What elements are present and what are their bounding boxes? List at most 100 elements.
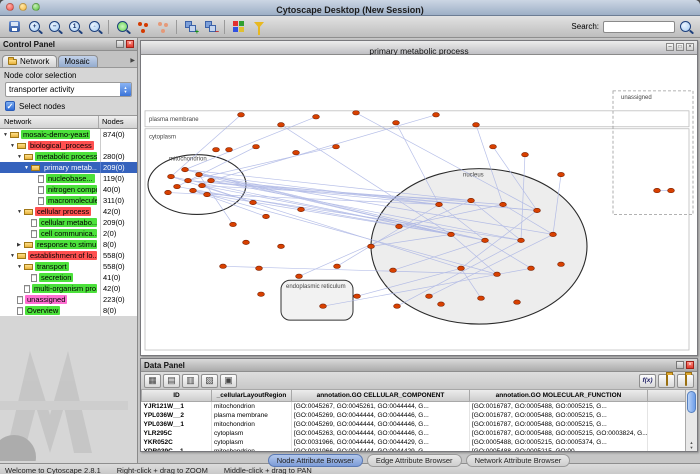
- scrollbar-arrows[interactable]: ▲▼: [686, 440, 697, 450]
- network-node[interactable]: [190, 188, 197, 192]
- tree-item-response-to-stimu[interactable]: ▶response to stimu...8(0): [0, 239, 137, 250]
- column-header-id[interactable]: ID: [142, 390, 212, 402]
- network-node[interactable]: [278, 123, 285, 127]
- expand-arrow-icon[interactable]: ▼: [17, 264, 24, 270]
- network-node[interactable]: [518, 238, 525, 242]
- network-node[interactable]: [333, 145, 340, 149]
- table-row[interactable]: YPL036W__1mitochondrion[GO:0045269, GO:0…: [142, 420, 686, 429]
- tree-item-cell-communica[interactable]: cell communica...2(0): [0, 228, 137, 239]
- network-node[interactable]: [226, 147, 233, 151]
- network-node[interactable]: [522, 152, 529, 156]
- column-header-cellularlayoutregion[interactable]: _cellularLayoutRegion: [212, 390, 292, 402]
- network-node[interactable]: [396, 224, 403, 228]
- tree-column-header[interactable]: Nodes: [99, 116, 137, 128]
- close-panel-icon[interactable]: ×: [686, 361, 694, 369]
- network-node[interactable]: [558, 172, 565, 176]
- zoom-window-button[interactable]: [32, 3, 40, 11]
- network-node[interactable]: [243, 240, 250, 244]
- network-node[interactable]: [490, 145, 497, 149]
- zoom-actual-icon[interactable]: [65, 18, 84, 36]
- table-scrollbar[interactable]: ▲▼: [685, 390, 697, 451]
- maximize-frame-icon[interactable]: [676, 43, 684, 51]
- zoom-out-icon[interactable]: [45, 18, 64, 36]
- network-node[interactable]: [213, 147, 220, 151]
- tree-item-mosaic-demo-yeast[interactable]: ▼mosaic-demo-yeast874(0): [0, 129, 137, 140]
- network-node[interactable]: [478, 296, 485, 300]
- network-node[interactable]: [334, 264, 341, 268]
- zoom-selected-icon[interactable]: [113, 18, 132, 36]
- combo-spinner-icon[interactable]: ▲▼: [120, 83, 131, 96]
- network-node[interactable]: [514, 300, 521, 304]
- network-node[interactable]: [558, 262, 565, 266]
- network-node[interactable]: [168, 174, 175, 178]
- table-row[interactable]: YDR039C__1mitochondrion[GO:0031966, GO:0…: [142, 447, 686, 451]
- hide-selected-icon[interactable]: [153, 18, 172, 36]
- network-node[interactable]: [654, 188, 661, 192]
- tab-edge-attribute-browser[interactable]: Edge Attribute Browser: [367, 454, 462, 467]
- network-node[interactable]: [165, 190, 172, 194]
- select-nodes-checkbox[interactable]: ✓: [5, 101, 15, 111]
- create-attribute-icon[interactable]: ▤: [163, 374, 180, 388]
- tab-network-attribute-browser[interactable]: Network Attribute Browser: [466, 454, 571, 467]
- network-node[interactable]: [436, 202, 443, 206]
- tab-network[interactable]: Network: [2, 55, 57, 67]
- color-attribute-select[interactable]: transporter activity ▲▼: [5, 82, 132, 97]
- tree-item-cellular-metabo[interactable]: cellular metabo...209(0): [0, 217, 137, 228]
- clear-attribute-icon[interactable]: ▣: [220, 374, 237, 388]
- network-node[interactable]: [500, 202, 507, 206]
- tree-item-cellular-process[interactable]: ▼cellular process42(0): [0, 206, 137, 217]
- delete-attribute-icon[interactable]: ▥: [182, 374, 199, 388]
- network-node[interactable]: [298, 207, 305, 211]
- network-node[interactable]: [258, 292, 265, 296]
- tree-item-macromolecule[interactable]: macromolecule...311(0): [0, 195, 137, 206]
- tree-item-metabolic-process[interactable]: ▼metabolic process280(0): [0, 151, 137, 162]
- network-node[interactable]: [253, 145, 260, 149]
- network-node[interactable]: [550, 232, 557, 236]
- network-node[interactable]: [238, 113, 245, 117]
- tab-scroll-icon[interactable]: ▶: [130, 57, 135, 64]
- tree-item-unassigned[interactable]: unassigned223(0): [0, 294, 137, 305]
- network-node[interactable]: [468, 198, 475, 202]
- network-node[interactable]: [426, 294, 433, 298]
- import-attributes-icon[interactable]: [658, 374, 675, 388]
- tab-mosaic[interactable]: Mosaic: [58, 55, 97, 67]
- expand-arrow-icon[interactable]: ▼: [10, 143, 17, 149]
- search-input[interactable]: [603, 21, 675, 33]
- network-node[interactable]: [278, 244, 285, 248]
- group-create-icon[interactable]: [181, 18, 200, 36]
- save-icon[interactable]: [5, 18, 24, 36]
- group-expand-icon[interactable]: [201, 18, 220, 36]
- network-node[interactable]: [354, 294, 361, 298]
- network-node[interactable]: [293, 150, 300, 154]
- tree-item-transport[interactable]: ▼transport558(0): [0, 261, 137, 272]
- network-node[interactable]: [482, 238, 489, 242]
- network-node[interactable]: [390, 268, 397, 272]
- search-options-icon[interactable]: [676, 18, 695, 36]
- network-view-titlebar[interactable]: primary metabolic process: [141, 41, 697, 55]
- network-node[interactable]: [263, 214, 270, 218]
- tree-item-establishment-of-lo[interactable]: ▼establishment of lo...558(0): [0, 250, 137, 261]
- network-node[interactable]: [393, 121, 400, 125]
- network-node[interactable]: [438, 302, 445, 306]
- tree-column-header[interactable]: Network: [0, 116, 99, 128]
- formula-builder-icon[interactable]: f(x): [639, 374, 656, 388]
- expand-arrow-icon[interactable]: ▼: [17, 154, 24, 160]
- network-node[interactable]: [368, 244, 375, 248]
- network-canvas[interactable]: plasma membranecytoplasmnucleusmitochond…: [141, 55, 697, 355]
- tree-item-multi-organism-pro[interactable]: multi-organism pro...42(0): [0, 283, 137, 294]
- network-node[interactable]: [256, 266, 263, 270]
- table-row[interactable]: YPL036W__2plasma membrane[GO:0045269, GO…: [142, 411, 686, 420]
- table-row[interactable]: YLR295Ccytoplasm[GO:0045263, GO:0044444,…: [142, 429, 686, 438]
- close-frame-icon[interactable]: [686, 43, 694, 51]
- network-node[interactable]: [448, 232, 455, 236]
- tree-item-nitrogen-compo[interactable]: nitrogen compo...40(0): [0, 184, 137, 195]
- network-node[interactable]: [250, 200, 257, 204]
- network-node[interactable]: [494, 272, 501, 276]
- network-node[interactable]: [473, 123, 480, 127]
- tree-item-biological-process[interactable]: ▼biological_process: [0, 140, 137, 151]
- network-node[interactable]: [174, 184, 181, 188]
- network-node[interactable]: [208, 178, 215, 182]
- table-row[interactable]: YJR121W__1mitochondrion[GO:0045267, GO:0…: [142, 402, 686, 412]
- open-attribute-file-icon[interactable]: [677, 374, 694, 388]
- expand-arrow-icon[interactable]: ▼: [3, 132, 10, 138]
